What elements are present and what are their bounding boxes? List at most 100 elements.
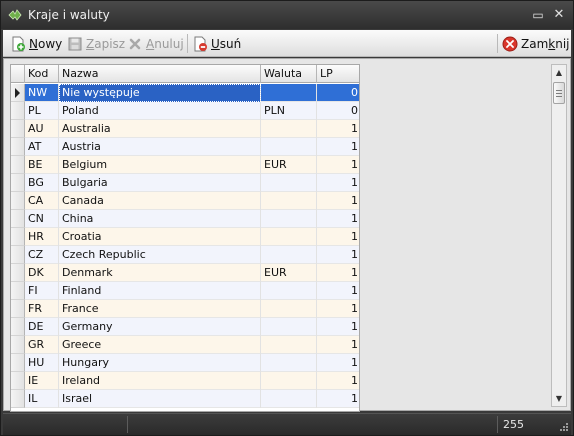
cancel-button[interactable]: Anuluj bbox=[127, 34, 184, 53]
row-selector[interactable] bbox=[11, 120, 25, 138]
table-row[interactable]: BG Bulgaria 1 bbox=[25, 174, 359, 192]
row-selector[interactable] bbox=[11, 192, 25, 210]
row-selector[interactable] bbox=[11, 336, 25, 354]
row-selector[interactable] bbox=[11, 138, 25, 156]
cell-kod[interactable]: AU bbox=[25, 120, 59, 138]
cell-nazwa[interactable]: Bulgaria bbox=[59, 174, 261, 192]
header-kod[interactable]: Kod bbox=[25, 65, 59, 83]
table-row[interactable]: FI Finland 1 bbox=[25, 282, 359, 300]
cell-nazwa[interactable]: Hungary bbox=[59, 354, 261, 372]
scroll-up-button[interactable]: ▲ bbox=[552, 65, 566, 80]
save-button[interactable]: Zapisz bbox=[67, 34, 125, 53]
row-selector[interactable] bbox=[11, 102, 25, 120]
row-selector[interactable] bbox=[11, 354, 25, 372]
cell-lp[interactable]: 1 bbox=[317, 354, 359, 372]
table-row[interactable]: HR Croatia 1 bbox=[25, 228, 359, 246]
row-selector[interactable] bbox=[11, 210, 25, 228]
cell-nazwa[interactable]: Czech Republic bbox=[59, 246, 261, 264]
cell-waluta[interactable] bbox=[261, 138, 317, 156]
table-row[interactable]: NW Nie występuje 0 bbox=[25, 84, 359, 102]
cell-kod[interactable]: GR bbox=[25, 336, 59, 354]
row-selector[interactable] bbox=[11, 282, 25, 300]
cell-waluta[interactable]: PLN bbox=[261, 102, 317, 120]
cell-nazwa[interactable]: Belgium bbox=[59, 156, 261, 174]
row-selector[interactable] bbox=[11, 372, 25, 390]
cell-lp[interactable]: 1 bbox=[317, 318, 359, 336]
scroll-thumb[interactable] bbox=[553, 82, 565, 104]
table-row[interactable]: AT Austria 1 bbox=[25, 138, 359, 156]
table-row[interactable]: FR France 1 bbox=[25, 300, 359, 318]
scroll-down-button[interactable]: ▼ bbox=[552, 391, 566, 406]
cell-lp[interactable]: 1 bbox=[317, 336, 359, 354]
cell-lp[interactable]: 1 bbox=[317, 372, 359, 390]
cell-waluta[interactable] bbox=[261, 84, 317, 102]
cell-waluta[interactable] bbox=[261, 228, 317, 246]
cell-kod[interactable]: CA bbox=[25, 192, 59, 210]
row-selector[interactable] bbox=[11, 246, 25, 264]
table-row[interactable]: AU Australia 1 bbox=[25, 120, 359, 138]
cell-lp[interactable]: 1 bbox=[317, 120, 359, 138]
minimize-button[interactable]: ▭ bbox=[529, 6, 547, 24]
table-row[interactable]: CZ Czech Republic 1 bbox=[25, 246, 359, 264]
cell-kod[interactable]: BE bbox=[25, 156, 59, 174]
cell-nazwa[interactable]: Austria bbox=[59, 138, 261, 156]
countries-grid[interactable]: Kod Nazwa Waluta LP NW Nie występuje 0 PL Po… bbox=[10, 64, 360, 412]
cell-nazwa[interactable]: Germany bbox=[59, 318, 261, 336]
cell-kod[interactable]: BG bbox=[25, 174, 59, 192]
cell-waluta[interactable] bbox=[261, 354, 317, 372]
cell-kod[interactable]: IE bbox=[25, 372, 59, 390]
cell-waluta[interactable] bbox=[261, 192, 317, 210]
cell-nazwa[interactable]: Croatia bbox=[59, 228, 261, 246]
cell-waluta[interactable]: EUR bbox=[261, 264, 317, 282]
cell-lp[interactable]: 1 bbox=[317, 156, 359, 174]
row-selector[interactable] bbox=[11, 264, 25, 282]
cell-nazwa[interactable]: Canada bbox=[59, 192, 261, 210]
cell-waluta[interactable] bbox=[261, 174, 317, 192]
cell-lp[interactable]: 1 bbox=[317, 390, 359, 408]
row-selector[interactable] bbox=[11, 390, 25, 408]
cell-lp[interactable]: 1 bbox=[317, 138, 359, 156]
cell-waluta[interactable] bbox=[261, 372, 317, 390]
row-selector[interactable] bbox=[11, 300, 25, 318]
header-nazwa[interactable]: Nazwa bbox=[59, 65, 261, 83]
cell-waluta[interactable] bbox=[261, 210, 317, 228]
cell-kod[interactable]: FR bbox=[25, 300, 59, 318]
cell-lp[interactable]: 1 bbox=[317, 192, 359, 210]
row-selector[interactable] bbox=[11, 84, 25, 102]
cell-waluta[interactable] bbox=[261, 300, 317, 318]
table-row[interactable]: DK Denmark EUR 1 bbox=[25, 264, 359, 282]
cell-nazwa[interactable]: Ireland bbox=[59, 372, 261, 390]
cell-lp[interactable]: 1 bbox=[317, 264, 359, 282]
cell-nazwa[interactable]: Poland bbox=[59, 102, 261, 120]
vertical-scrollbar[interactable]: ▲ ▼ bbox=[551, 64, 567, 407]
cell-kod[interactable]: CZ bbox=[25, 246, 59, 264]
close-button[interactable]: Zamknij bbox=[502, 34, 570, 53]
cell-lp[interactable]: 0 bbox=[317, 102, 359, 120]
cell-lp[interactable]: 1 bbox=[317, 282, 359, 300]
cell-kod[interactable]: DE bbox=[25, 318, 59, 336]
cell-waluta[interactable] bbox=[261, 282, 317, 300]
cell-lp[interactable]: 1 bbox=[317, 300, 359, 318]
row-selector[interactable] bbox=[11, 174, 25, 192]
cell-waluta[interactable] bbox=[261, 336, 317, 354]
title-bar[interactable]: Kraje i waluty ▭ ✕ bbox=[1, 1, 573, 29]
cell-lp[interactable]: 1 bbox=[317, 228, 359, 246]
cell-kod[interactable]: IL bbox=[25, 390, 59, 408]
header-waluta[interactable]: Waluta bbox=[261, 65, 317, 83]
cell-waluta[interactable] bbox=[261, 120, 317, 138]
table-row[interactable]: HU Hungary 1 bbox=[25, 354, 359, 372]
table-row[interactable]: DE Germany 1 bbox=[25, 318, 359, 336]
cell-kod[interactable]: AT bbox=[25, 138, 59, 156]
delete-button[interactable]: Usuń bbox=[192, 34, 241, 53]
header-lp[interactable]: LP bbox=[317, 65, 359, 83]
cell-nazwa[interactable]: Greece bbox=[59, 336, 261, 354]
cell-kod[interactable]: CN bbox=[25, 210, 59, 228]
table-row[interactable]: IL Israel 1 bbox=[25, 390, 359, 408]
cell-lp[interactable]: 0 bbox=[317, 84, 359, 102]
cell-kod[interactable]: NW bbox=[25, 84, 59, 102]
cell-waluta[interactable]: EUR bbox=[261, 156, 317, 174]
cell-kod[interactable]: HU bbox=[25, 354, 59, 372]
cell-nazwa[interactable]: Denmark bbox=[59, 264, 261, 282]
table-row[interactable]: PL Poland PLN 0 bbox=[25, 102, 359, 120]
table-row[interactable]: CN China 1 bbox=[25, 210, 359, 228]
